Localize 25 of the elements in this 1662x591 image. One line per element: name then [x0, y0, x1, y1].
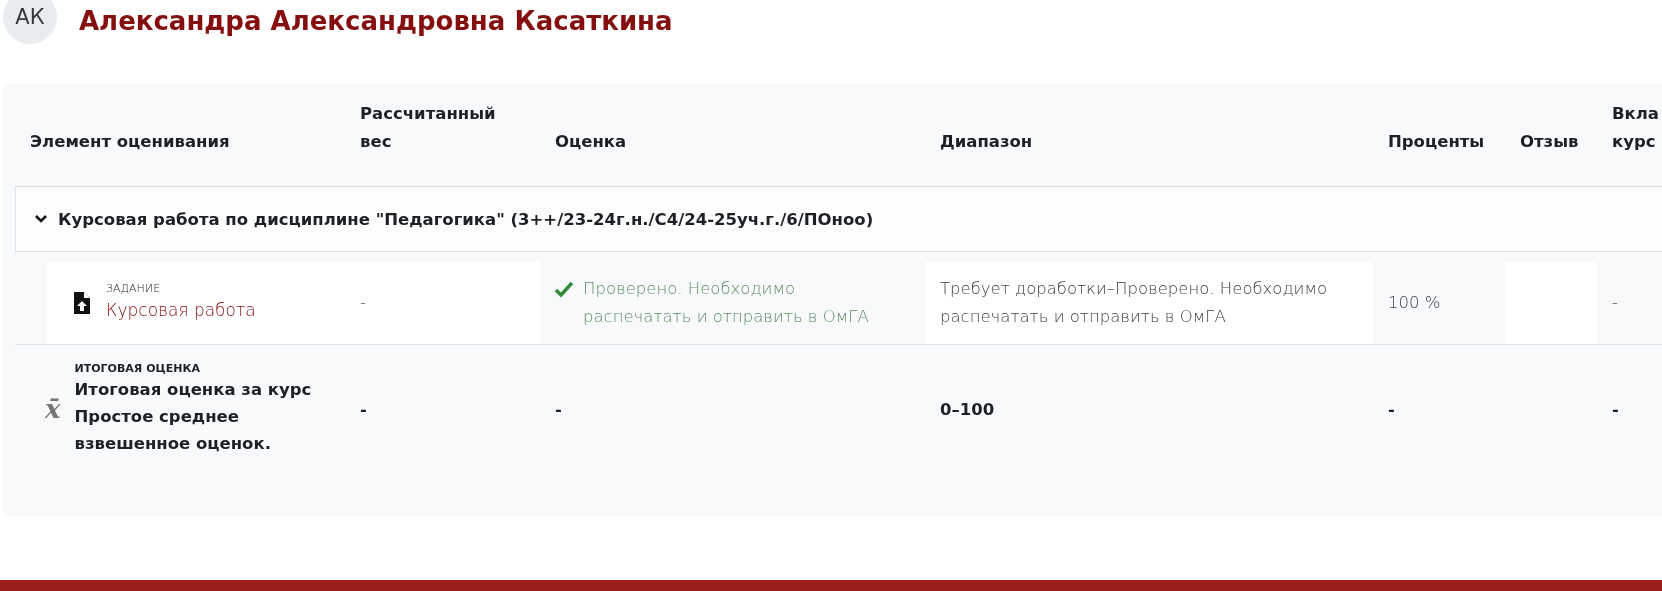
weight-cell-text: -: [359, 398, 368, 421]
weight-cell: -: [345, 262, 540, 344]
mean-icon: x̄: [45, 394, 61, 424]
user-name: Александра Александровна Касаткина: [79, 6, 673, 36]
total-name: Итоговая оценка за курс: [74, 378, 313, 401]
grade-text: Проверено. Необходимо распечатать и отправить в ОмГА: [583, 278, 870, 328]
file-icon: [74, 292, 90, 314]
total-method: Простое среднее взвешенное оценок.: [74, 405, 272, 455]
column-header: Вкла курс: [1611, 103, 1660, 153]
range-cell: Требует доработки–Проверено. Необходимо распечатать и отправить в ОмГА: [925, 262, 1373, 344]
column-header: Проценты: [1387, 131, 1486, 153]
percent-cell-text: -: [1387, 398, 1396, 421]
column-header: Оценка: [554, 131, 628, 153]
item-type-label: ИТОГОВАЯ ОЦЕНКА: [74, 361, 201, 376]
column-header: Элемент оценивания: [29, 131, 231, 153]
assignment-link[interactable]: Курсовая работа: [106, 296, 256, 324]
category-title: Курсовая работа по дисциплине "Педагогика" (3++/23-24г.н./С4/24-25уч.г./6/ПОноо): [58, 209, 874, 229]
range-cell-text: 0–100: [939, 398, 996, 421]
column-header: Отзыв: [1519, 131, 1580, 153]
column-header: Рассчитанный вес: [359, 103, 497, 153]
user-avatar: АК: [3, 0, 57, 44]
contribution-cell-text: -: [1611, 398, 1620, 421]
column-header: Диапазон: [939, 131, 1034, 153]
grade-cell-text: -: [554, 398, 563, 421]
item-type-label: ЗАДАНИЕ: [106, 282, 162, 296]
